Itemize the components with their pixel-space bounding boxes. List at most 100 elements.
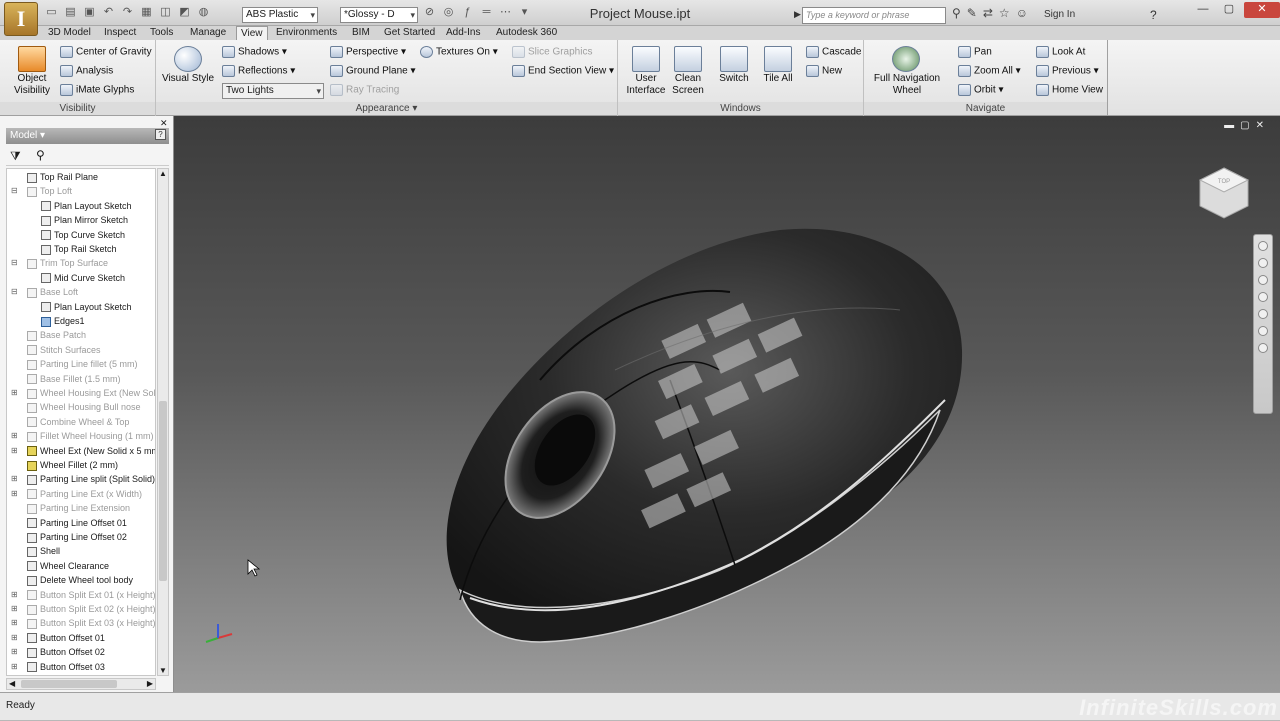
scroll-left-icon[interactable]: ◀ [9,679,15,688]
lighting-select[interactable]: Two Lights [222,83,324,99]
tree-node[interactable]: ⊞ Wheel Housing Ext (New Sol [7,386,155,400]
appearance-panel-label[interactable]: Appearance ▾ [156,102,617,115]
tree-node[interactable]: Parting Line Offset 02 [7,530,155,544]
print-icon[interactable]: ▦ [139,6,154,19]
tree-node[interactable]: ⊞ Button Offset 01 [7,631,155,645]
expand-toggle-icon[interactable]: ⊞ [11,444,18,458]
tree-node[interactable]: Plan Layout Sketch [7,199,155,213]
tree-node[interactable]: Combine Wheel & Top [7,415,155,429]
browser-vertical-scrollbar[interactable]: ▲ ▼ [157,168,169,676]
material-select[interactable]: ABS Plastic [242,7,318,23]
expand-toggle-icon[interactable]: ⊟ [11,256,18,270]
viewcube[interactable]: TOP [1198,167,1250,219]
sign-in-link[interactable]: Sign In [1044,9,1075,20]
update-icon[interactable]: ◫ [158,6,173,19]
pan-nav-icon[interactable] [1258,258,1268,268]
visual-style-button[interactable]: Visual Style [160,73,216,85]
steering-wheel-icon[interactable] [1258,241,1268,251]
exchange-icon[interactable]: ⇄ [983,6,993,20]
scroll-up-icon[interactable]: ▲ [159,169,167,178]
center-of-gravity-button[interactable]: Center of Gravity [60,46,152,58]
minimize-button[interactable]: — [1190,2,1216,18]
adjust-icon[interactable]: ◎ [441,6,456,19]
expand-toggle-icon[interactable]: ⊞ [11,487,18,501]
nav-settings-icon[interactable] [1258,326,1268,336]
scroll-thumb[interactable] [159,401,167,581]
open-icon[interactable]: ▤ [63,6,78,19]
perspective-button[interactable]: Perspective ▾ [330,46,406,58]
look-at-button[interactable]: Look At [1036,46,1085,58]
tree-node[interactable]: ⊞ Fillet Wheel Housing (1 mm) [7,429,155,443]
tree-node[interactable]: ⊞ Button Offset 03 [7,660,155,674]
expand-toggle-icon[interactable]: ⊟ [11,285,18,299]
tree-node[interactable]: ⊟ Top Loft [7,184,155,198]
user-icon[interactable]: ☺ [1016,6,1028,20]
tree-node[interactable]: Parting Line Offset 01 [7,516,155,530]
appearance-select[interactable]: *Glossy - D [340,7,418,23]
previous-view-button[interactable]: Previous ▾ [1036,65,1099,77]
tab-view[interactable]: View [236,26,268,40]
scroll-down-icon[interactable]: ▼ [159,666,167,675]
new-window-button[interactable]: New [806,65,842,77]
maximize-button[interactable]: ▢ [1216,2,1242,18]
qat-dropdown-icon[interactable]: ▾ [517,6,532,19]
tab-manage[interactable]: Manage [186,26,230,40]
expand-toggle-icon[interactable]: ⊟ [11,184,18,198]
tree-node[interactable]: Parting Line fillet (5 mm) [7,357,155,371]
browser-horizontal-scrollbar[interactable]: ◀ ▶ [6,678,156,690]
find-icon[interactable]: ⚲ [36,148,45,162]
tree-node[interactable]: ⊞ Button Split Ext 01 (x Height) [7,588,155,602]
orbit-button[interactable]: Orbit ▾ [958,84,1003,96]
orbit-nav-icon[interactable] [1258,292,1268,302]
end-section-view-button[interactable]: End Section View ▾ [512,65,614,77]
zoom-nav-icon[interactable] [1258,275,1268,285]
look-at-nav-icon[interactable] [1258,309,1268,319]
tab-environments[interactable]: Environments [272,26,341,40]
slice-graphics-button[interactable]: Slice Graphics [512,46,592,58]
expand-toggle-icon[interactable]: ⊞ [11,602,18,616]
expand-toggle-icon[interactable]: ⊞ [11,588,18,602]
app-menu-button[interactable]: I [4,2,38,36]
more-icon[interactable]: ⋯ [498,6,513,19]
object-visibility-button[interactable]: Object Visibility [8,73,56,97]
reflections-button[interactable]: Reflections ▾ [222,65,295,77]
user-interface-button[interactable]: User Interface [622,73,670,97]
browser-header[interactable]: Model ▾ ? [6,128,169,144]
tree-node[interactable]: ⊟ Trim Top Surface [7,256,155,270]
tab-inspect[interactable]: Inspect [100,26,140,40]
filter-icon[interactable]: ⧩ [10,149,21,164]
tree-node[interactable]: ⊞ Button Split Ext 03 (x Height) [7,616,155,630]
tree-node[interactable]: Mid Curve Sketch [7,271,155,285]
tree-node[interactable]: Parting Line Extension [7,501,155,515]
new-file-icon[interactable]: ▭ [44,6,59,19]
binoculars-icon[interactable]: ⚲ [952,6,961,20]
shadows-button[interactable]: Shadows ▾ [222,46,287,58]
tree-node[interactable]: Edges1 [7,314,155,328]
browser-help-icon[interactable]: ? [155,129,166,140]
clear-appearance-icon[interactable]: ⊘ [422,6,437,19]
tree-node[interactable]: Stitch Surfaces [7,343,155,357]
tree-node[interactable]: ⊞ Wheel Ext (New Solid x 5 mm [7,444,155,458]
redo-icon[interactable]: ↷ [120,6,135,19]
cascade-button[interactable]: Cascade [806,46,861,58]
full-navigation-wheel-button[interactable]: Full Navigation Wheel [868,73,946,97]
tree-node[interactable]: Top Curve Sketch [7,228,155,242]
tree-node[interactable]: ⊞ Button Split Ext 02 (x Height) [7,602,155,616]
tab-3d-model[interactable]: 3D Model [44,26,95,40]
nav-customize-icon[interactable] [1258,343,1268,353]
expand-toggle-icon[interactable]: ⊞ [11,429,18,443]
close-button[interactable]: ✕ [1244,2,1280,18]
undo-icon[interactable]: ↶ [101,6,116,19]
tree-node[interactable]: Plan Layout Sketch [7,300,155,314]
tree-node[interactable]: Top Rail Plane [7,170,155,184]
color-icon[interactable]: ◍ [196,6,211,19]
tree-node[interactable]: Wheel Fillet (2 mm) [7,458,155,472]
help-icon[interactable]: ? [1150,8,1157,22]
tree-node[interactable]: Base Patch [7,328,155,342]
tree-node[interactable]: Wheel Clearance [7,559,155,573]
save-icon[interactable]: ▣ [82,6,97,19]
search-input[interactable]: Type a keyword or phrase [802,7,946,24]
ray-tracing-button[interactable]: Ray Tracing [330,84,399,96]
select-icon[interactable]: ◩ [177,6,192,19]
tree-node[interactable]: Wheel Housing Bull nose [7,400,155,414]
